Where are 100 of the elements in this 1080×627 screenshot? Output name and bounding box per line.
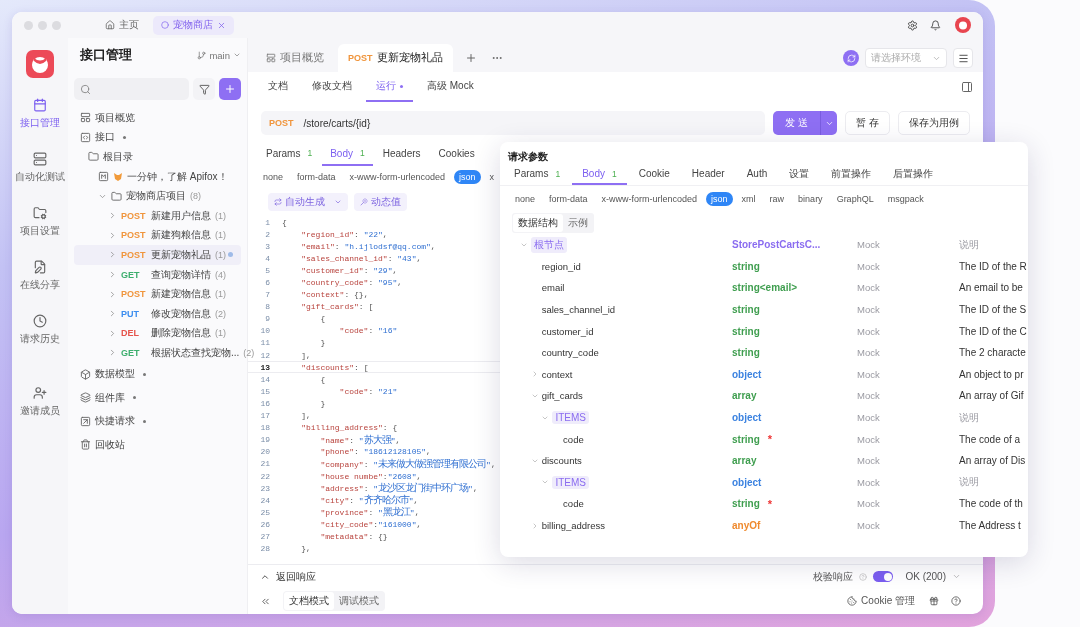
tree-label[interactable]: 数据模型 [95,367,135,382]
body-type-option[interactable]: none [258,170,289,184]
description-field[interactable]: An array of Gif [959,390,1028,402]
nav-item[interactable]: 在线分享 [20,260,60,296]
tree-item[interactable]: POST 更新宠物礼品 (1) [74,245,241,265]
body-type-option[interactable]: x [484,170,500,184]
param-tab[interactable]: 后置操作 [883,164,944,185]
view-toggle[interactable]: 示例 [563,214,593,232]
param-tab[interactable]: Auth [736,164,778,185]
auto-generate-button[interactable]: 自动生成 [268,193,348,211]
tree-label[interactable]: 宠物商店项目 [126,189,186,204]
tree-item[interactable]: PUT 修改宠物信息 (2) [74,303,241,324]
tree-label[interactable]: 根目录 [103,150,133,164]
bell-icon[interactable] [930,19,941,31]
tree-label[interactable]: 回收站 [95,437,125,452]
body-type-option[interactable]: GraphQL [831,192,879,206]
settings-icon[interactable] [907,19,918,31]
param-tab[interactable]: Header [681,164,735,185]
body-type-option[interactable]: x-www-form-urlencoded [596,192,703,206]
tree-label[interactable]: 组件库 [95,390,125,405]
mode-tab[interactable]: 调试模式 [334,592,384,610]
gift-icon[interactable] [929,596,939,606]
body-type-option[interactable]: binary [793,192,828,206]
description-field[interactable]: An email to be [959,282,1028,294]
add-button[interactable] [219,78,241,100]
param-tab[interactable]: Params 1 [258,142,321,166]
chevron-down-icon[interactable] [952,572,961,581]
tree-item[interactable]: DEL 删除宠物信息 (1) [74,323,241,344]
search-field[interactable] [74,78,189,100]
window-tab[interactable]: 宠物商店 [153,15,234,35]
body-type-option[interactable]: json [454,170,481,184]
url-field[interactable]: POST /store/carts/{id} [261,111,766,135]
help-icon[interactable] [951,596,961,606]
description-field[interactable]: The Address t [959,520,1028,531]
save-case-button[interactable]: 保存为用例 [898,111,970,135]
description-field[interactable]: The ID of the R [959,260,1028,272]
chevron-right-icon[interactable] [108,250,117,260]
param-tab[interactable]: 前置操作 [821,164,882,185]
view-toggle[interactable]: 数据结构 [513,214,563,232]
description-field[interactable]: The ID of the C [959,325,1028,337]
chevron-right-icon[interactable] [108,289,117,299]
body-type-option[interactable]: form-data [292,170,341,184]
validate-toggle[interactable] [873,571,894,582]
description-field[interactable]: The code of th [959,498,1028,510]
nav-item[interactable]: 自动化测试 [15,152,65,188]
description-field[interactable]: The code of a [959,433,1028,445]
menu-button[interactable] [953,48,973,68]
view-tab[interactable]: 修改文档 [302,72,362,102]
send-button[interactable]: 发 送 [773,111,821,135]
param-tab[interactable]: Headers [374,142,429,166]
cookie-manager-link[interactable]: Cookie 管理 [861,594,915,608]
tree-label[interactable]: 接口 [95,130,115,145]
body-type-option[interactable]: msgpack [882,192,929,206]
tree-item[interactable]: POST 新建宠物信息 (1) [74,284,241,304]
send-options-button[interactable] [820,111,838,135]
description-field[interactable]: The 2 characte [959,347,1028,359]
status-select[interactable]: OK (200) [905,571,946,582]
panel-icon[interactable] [961,81,973,93]
tree-label[interactable]: 快捷请求 [95,414,135,429]
body-type-option[interactable]: form-data [544,192,593,206]
branch-selector[interactable]: main [197,49,241,61]
tree-label[interactable]: 一分钟，了解 Apifox！ [127,169,228,184]
body-type-option[interactable]: xml [736,192,761,206]
close-icon[interactable] [217,20,226,30]
chevron-right-icon[interactable] [108,309,117,319]
save-draft-button[interactable]: 暂 存 [845,111,890,135]
sync-button[interactable] [843,50,859,66]
body-type-option[interactable]: x-www-form-urlencoded [344,170,451,184]
chevron-right-icon[interactable] [108,348,117,358]
description-field[interactable]: An object to pr [959,368,1028,380]
tree-item[interactable]: POST 新建用户信息 (1) [74,205,241,226]
nav-item[interactable]: 邀请成员 [20,386,60,422]
nav-item[interactable]: 接口管理 [20,98,60,134]
description-field[interactable]: The ID of the S [959,304,1028,316]
tree-item[interactable]: GET 查询宠物详情 (4) [74,264,241,285]
description-field[interactable]: An array of Dis [959,455,1028,467]
body-type-option[interactable]: raw [764,192,790,206]
chevron-right-icon[interactable] [108,211,117,221]
editor-tab[interactable]: 项目概览 [256,44,334,72]
param-tab[interactable]: Cookie [628,164,680,185]
tree-item[interactable]: POST 新建狗粮信息 (1) [74,225,241,246]
view-tab[interactable]: 运行 [366,72,413,102]
view-tab[interactable]: 文档 [258,72,298,102]
body-type-option[interactable]: json [706,192,733,206]
chevron-right-icon[interactable] [108,230,117,240]
filter-button[interactable] [193,78,215,100]
chevron-right-icon[interactable] [108,270,117,280]
body-type-option[interactable]: none [510,192,541,206]
param-tab[interactable]: 设置 [779,164,820,185]
dynamic-value-button[interactable]: 动态值 [354,193,407,211]
param-tab[interactable]: Params 1 [504,164,571,185]
editor-tab[interactable]: POST 更新宠物礼品 [338,44,453,72]
tree-label[interactable]: 项目概览 [95,110,135,125]
cookie-icon[interactable] [847,596,858,606]
param-tab[interactable]: Body 1 [322,142,373,166]
nav-item[interactable]: 项目设置 [20,206,60,242]
param-tab[interactable]: Body 1 [572,164,627,185]
window-tab[interactable]: 主页 [97,15,147,35]
view-tab[interactable]: 高级 Mock [417,72,484,102]
avatar-icon[interactable] [955,17,971,33]
